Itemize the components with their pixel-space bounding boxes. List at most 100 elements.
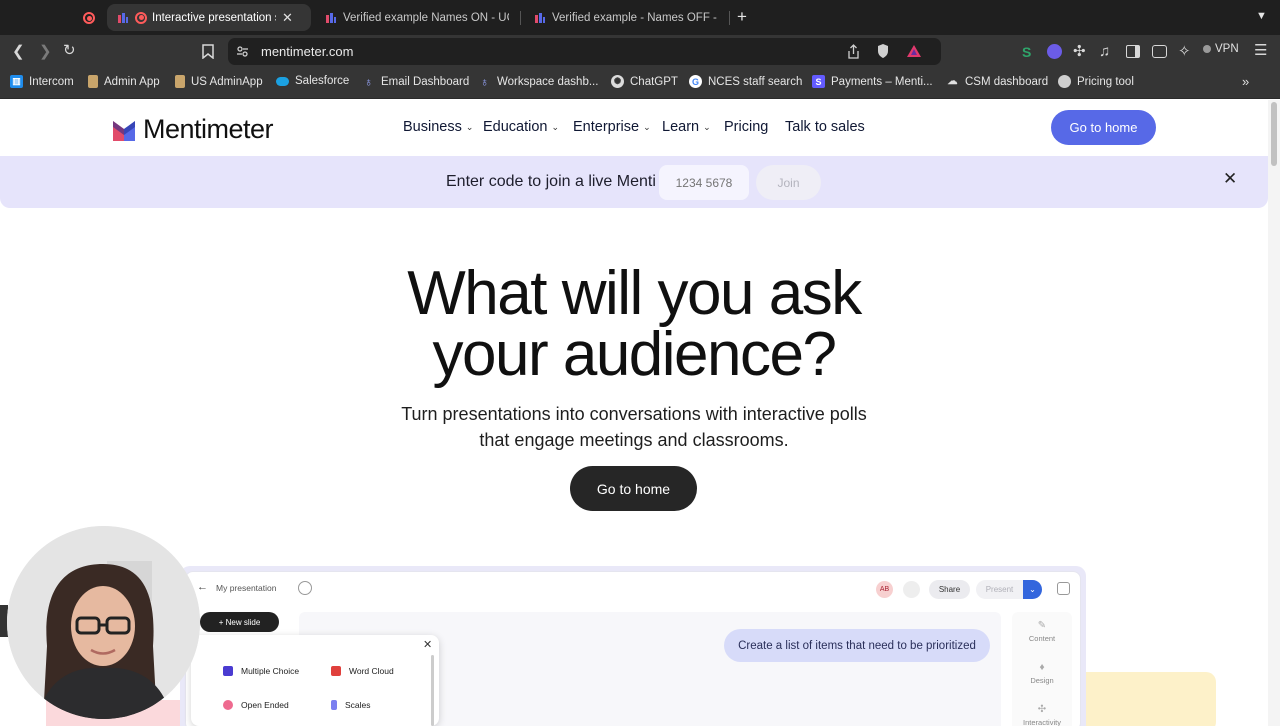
menu-icon[interactable]: ☰ xyxy=(1254,42,1267,60)
hero-title: What will you ask your audience? xyxy=(0,263,1268,389)
hero-title-line: your audience? xyxy=(432,320,837,389)
webcam-overlay[interactable] xyxy=(7,526,200,719)
slide-type-label: Scales xyxy=(345,700,371,710)
brave-shield-icon[interactable] xyxy=(876,43,890,59)
doc-icon xyxy=(88,75,98,88)
bookmark-csm-dashboard[interactable]: ☁ CSM dashboard xyxy=(946,75,1049,88)
tab-recording-icon xyxy=(135,11,147,24)
new-tab-icon[interactable]: + xyxy=(737,8,747,26)
extension-round-icon[interactable] xyxy=(1047,44,1062,59)
wallet-icon[interactable] xyxy=(1152,45,1167,58)
back-icon[interactable]: ❮ xyxy=(12,43,25,61)
nav-learn[interactable]: Learn ⌄ xyxy=(662,119,711,135)
bookmark-nces-staff-search[interactable]: G NCES staff search xyxy=(689,75,802,88)
doc-icon xyxy=(175,75,185,88)
scrollbar-thumb[interactable] xyxy=(1271,102,1277,166)
chevron-down-icon[interactable]: ▼ xyxy=(1256,10,1267,22)
slide-type-scales: Scales xyxy=(331,700,371,710)
brush-icon: ♦ xyxy=(1039,662,1045,673)
bookmark-label: Salesforce xyxy=(295,75,350,87)
preview-share-button: Share xyxy=(929,580,970,599)
nav-enterprise[interactable]: Enterprise ⌄ xyxy=(573,119,651,135)
slide-type-label: Word Cloud xyxy=(349,666,394,676)
bookmark-intercom[interactable]: ▥ Intercom xyxy=(10,75,74,88)
tab-divider xyxy=(729,11,730,25)
site-settings-icon[interactable] xyxy=(236,45,249,58)
bookmark-label: Email Dashboard xyxy=(381,75,470,88)
chevron-down-icon: ⌄ xyxy=(465,121,474,132)
close-tab-icon[interactable]: ✕ xyxy=(282,10,293,26)
nav-label: Business xyxy=(403,119,462,135)
nav-business[interactable]: Business ⌄ xyxy=(403,119,473,135)
nav-label: Education xyxy=(483,119,548,135)
join-banner-text: Enter code to join a live Menti xyxy=(446,173,656,190)
bookmark-label: US AdminApp xyxy=(191,75,263,88)
sidebar-toggle-icon[interactable] xyxy=(1126,45,1140,58)
google-icon: G xyxy=(689,75,702,88)
hero-go-to-home-button[interactable]: Go to home xyxy=(570,466,697,511)
drop-icon: ♁ xyxy=(364,74,373,89)
bookmark-icon[interactable] xyxy=(202,44,214,59)
vpn-button[interactable]: VPN xyxy=(1203,43,1239,55)
side-panel-label: Content xyxy=(1028,634,1056,643)
tab-interactive-presentation[interactable]: Interactive presentation so ✕ xyxy=(107,4,311,31)
tab-verified-names-on[interactable]: Verified example Names ON - UC xyxy=(315,4,515,31)
bookmark-label: ChatGPT xyxy=(630,75,678,88)
leo-ai-icon[interactable]: ✧ xyxy=(1178,43,1191,61)
more-bookmarks-icon[interactable]: » xyxy=(1242,74,1249,89)
mentimeter-favicon-icon xyxy=(535,12,545,23)
bookmark-payments[interactable]: S Payments – Menti... xyxy=(812,75,933,88)
close-icon: ✕ xyxy=(423,639,433,651)
mentimeter-logo[interactable]: Mentimeter xyxy=(113,114,274,145)
bookmark-admin-app[interactable]: Admin App xyxy=(88,75,160,88)
bookmark-us-adminapp[interactable]: US AdminApp xyxy=(175,75,263,88)
side-panel-interactivity: ✣ Interactivity xyxy=(1012,704,1072,726)
slide-type-popup: ✕ Multiple Choice Word Cloud Open Ended … xyxy=(191,635,439,726)
stripe-icon: S xyxy=(812,75,825,88)
drop-icon: ♁ xyxy=(480,74,489,89)
hero-subtitle: Turn presentations into conversations wi… xyxy=(0,401,1268,453)
popup-scrollbar xyxy=(431,655,434,726)
pencil-icon: ✎ xyxy=(1037,620,1047,631)
bookmark-salesforce[interactable]: Salesforce xyxy=(276,75,349,87)
ai-prompt-bubble: Create a list of items that need to be p… xyxy=(724,629,990,662)
brave-rewards-icon[interactable] xyxy=(906,44,922,58)
tab-label: Verified example - Names OFF - U xyxy=(552,11,718,24)
bookmark-chatgpt[interactable]: ✺ ChatGPT xyxy=(611,75,678,88)
side-panel-label: Interactivity xyxy=(1023,718,1061,726)
slide-type-label: Open Ended xyxy=(241,700,289,710)
browser-tab-strip: Interactive presentation so ✕ Verified e… xyxy=(0,0,1280,35)
address-bar[interactable]: mentimeter.com xyxy=(228,38,941,65)
preview-eye-icon xyxy=(903,581,920,598)
nav-education[interactable]: Education ⌄ xyxy=(483,119,559,135)
bookmark-label: Intercom xyxy=(29,75,74,88)
back-arrow-icon: ← xyxy=(197,581,208,593)
scales-icon xyxy=(331,700,337,710)
globe-icon xyxy=(1058,75,1071,88)
share-icon[interactable] xyxy=(847,44,860,59)
close-icon[interactable]: ✕ xyxy=(1223,169,1237,189)
interactivity-icon: ✣ xyxy=(1037,704,1047,715)
extensions-puzzle-icon[interactable]: ✣ xyxy=(1073,43,1086,61)
media-icon[interactable]: ♫ xyxy=(1099,43,1110,61)
recording-indicator-icon[interactable] xyxy=(83,12,95,24)
preview-present-button: Present xyxy=(976,580,1023,599)
chevron-down-icon: ⌄ xyxy=(643,121,651,132)
join-button[interactable]: Join xyxy=(756,165,821,200)
menti-code-input[interactable] xyxy=(659,165,749,200)
join-menti-banner: Enter code to join a live Menti Join ✕ xyxy=(0,156,1268,208)
reload-icon[interactable]: ↻ xyxy=(63,42,76,60)
bookmark-label: Admin App xyxy=(104,75,160,88)
forward-icon[interactable]: ❯ xyxy=(39,43,52,61)
page-scrollbar[interactable] xyxy=(1268,100,1280,726)
tab-verified-names-off[interactable]: Verified example - Names OFF - U xyxy=(524,4,724,31)
bookmark-workspace-dashboard[interactable]: ♁ Workspace dashb... xyxy=(478,74,599,89)
bookmark-label: Workspace dashb... xyxy=(497,75,599,88)
bookmark-pricing-tool[interactable]: Pricing tool xyxy=(1058,75,1134,88)
nav-pricing[interactable]: Pricing xyxy=(724,119,768,135)
nav-label: Learn xyxy=(662,119,700,135)
nav-talk-to-sales[interactable]: Talk to sales xyxy=(785,119,865,135)
go-to-home-button[interactable]: Go to home xyxy=(1051,110,1156,145)
extension-s-icon[interactable]: S xyxy=(1022,43,1031,61)
bookmark-email-dashboard[interactable]: ♁ Email Dashboard xyxy=(362,74,470,89)
